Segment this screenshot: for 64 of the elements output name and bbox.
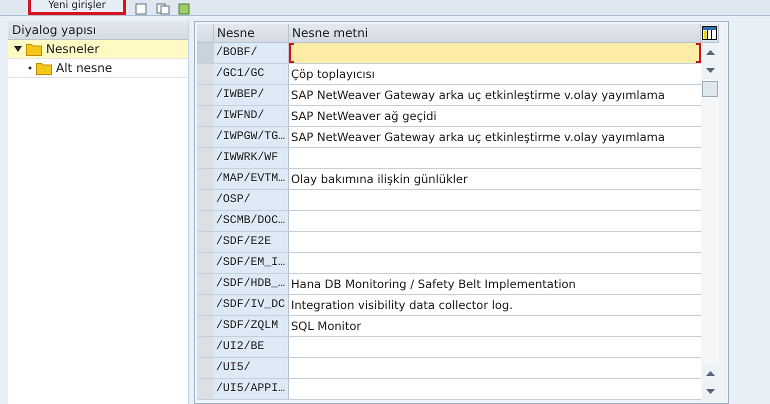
table-cell: /UI5/APPI… — [214, 379, 289, 400]
row-selector[interactable] — [197, 127, 214, 148]
column-layout-icon[interactable] — [701, 24, 719, 43]
bullet-icon — [28, 66, 32, 70]
table-cell: /UI5/ — [214, 358, 289, 379]
table-cell: /GC1/GC — [214, 64, 289, 85]
row-selector[interactable] — [197, 232, 214, 253]
row-selector[interactable] — [197, 190, 214, 211]
tree-label: Nesneler — [46, 42, 100, 56]
corner-header — [197, 24, 214, 43]
row-selector[interactable] — [197, 295, 214, 316]
table-cell: /IWPGW/TG… — [214, 127, 289, 148]
new-entries-button[interactable]: Yeni girişler — [28, 0, 126, 15]
column-header[interactable]: Nesne metni — [289, 24, 701, 43]
table-cell[interactable]: Hana DB Monitoring / Safety Belt Implementation — [289, 274, 701, 295]
row-selector[interactable] — [197, 64, 214, 85]
column-header[interactable]: Nesne — [214, 24, 289, 43]
table-cell[interactable]: SQL Monitor — [289, 316, 701, 337]
row-selector[interactable] — [197, 274, 214, 295]
table-cell[interactable]: Çöp toplayıcısı — [289, 64, 701, 85]
table-cell[interactable]: SAP NetWeaver Gateway arka uç etkinleştirme v.olay yayımlama — [289, 127, 701, 148]
scroll-down-icon[interactable] — [702, 61, 718, 79]
table-cell[interactable]: SAP NetWeaver ağ geçidi — [289, 106, 701, 127]
expand-caret-icon[interactable] — [14, 46, 22, 52]
row-selector[interactable] — [197, 43, 214, 64]
table-cell: /SDF/E2E — [214, 232, 289, 253]
scroll-down-icon[interactable] — [702, 382, 718, 400]
row-selector[interactable] — [197, 85, 214, 106]
row-selector[interactable] — [197, 169, 214, 190]
panel-header: Diyalog yapısı — [8, 21, 188, 40]
table-cell: /IWFND/ — [214, 106, 289, 127]
table-cell: /SCMB/DOC… — [214, 211, 289, 232]
folder-icon — [36, 62, 52, 74]
export-icon[interactable] — [178, 3, 192, 15]
table-cell: /SDF/EM_I… — [214, 253, 289, 274]
folder-icon — [26, 42, 42, 56]
row-selector[interactable] — [197, 379, 214, 400]
table-cell: /SDF/HDB_… — [214, 274, 289, 295]
table-cell: /SDF/IV_DC — [214, 295, 289, 316]
table-cell[interactable] — [289, 43, 701, 64]
table-cell[interactable]: SAP NetWeaver Gateway arka uç etkinleştirme v.olay yayımlama — [289, 85, 701, 106]
row-selector[interactable] — [197, 148, 214, 169]
scrollbar-thumb[interactable] — [702, 81, 718, 97]
table-cell: /SDF/ZQLM — [214, 316, 289, 337]
table-cell: /IWBEP/ — [214, 85, 289, 106]
scroll-up-icon[interactable] — [702, 364, 718, 382]
row-selector[interactable] — [197, 211, 214, 232]
table-cell: /MAP/EVTM… — [214, 169, 289, 190]
table-cell[interactable]: Olay bakımına ilişkin günlükler — [289, 169, 701, 190]
table-cell: /UI2/BE — [214, 337, 289, 358]
scroll-up-icon[interactable] — [702, 43, 718, 61]
row-selector[interactable] — [197, 106, 214, 127]
table-cell: /BOBF/ — [214, 43, 289, 64]
document-icon[interactable] — [134, 3, 148, 15]
row-selector[interactable] — [197, 253, 214, 274]
table-cell: /OSP/ — [214, 190, 289, 211]
row-selector[interactable] — [197, 358, 214, 379]
tree-item[interactable]: Nesneler — [8, 40, 188, 59]
copy-icon[interactable] — [156, 3, 170, 15]
row-selector[interactable] — [197, 337, 214, 358]
row-selector[interactable] — [197, 316, 214, 337]
table-cell: /IWWRK/WF — [214, 148, 289, 169]
tree-label: Alt nesne — [56, 61, 112, 75]
table-cell[interactable]: Integration visibility data collector log. — [289, 295, 701, 316]
